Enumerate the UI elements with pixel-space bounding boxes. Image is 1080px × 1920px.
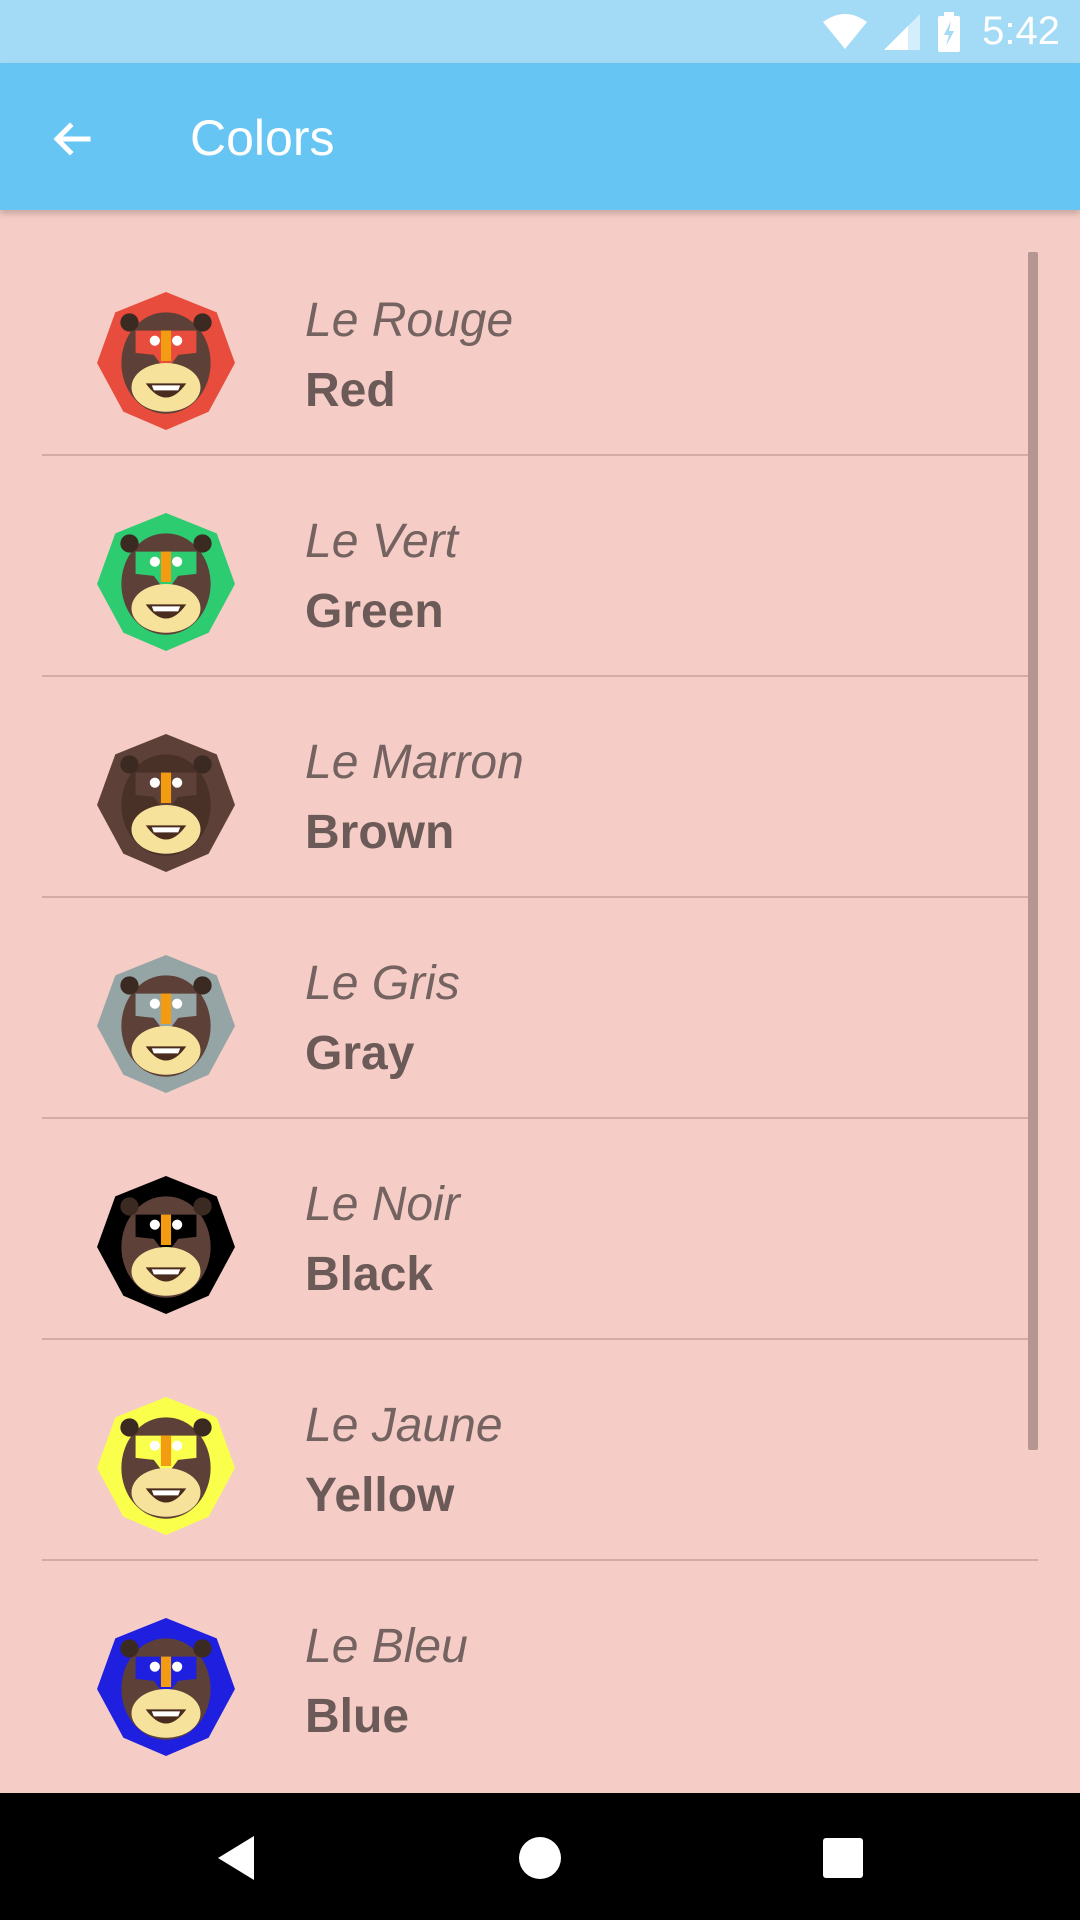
english-name: Gray [305,1027,415,1080]
navigation-bar [0,1793,1080,1920]
list-item[interactable]: Le Noir Black [0,1119,1080,1340]
back-button[interactable] [36,103,108,175]
list-item[interactable]: Le Vert Green [0,456,1080,677]
lion-avatar-icon [97,513,235,651]
list-item[interactable]: Le Rouge Red [0,235,1080,456]
french-name: Le Vert [305,515,458,568]
arrow-back-icon [53,122,91,156]
cell-signal-icon [884,13,921,50]
english-name: Blue [305,1690,410,1743]
english-name: Yellow [305,1469,455,1522]
lion-avatar-icon [97,1176,235,1314]
list-item[interactable]: Le Bleu Blue [0,1561,1080,1782]
status-bar: 5:42 [0,0,1080,63]
french-name: Le Bleu [305,1620,468,1673]
lion-avatar-icon [97,292,235,430]
english-name: Red [305,364,396,417]
lion-avatar-icon [97,734,235,872]
french-name: Le Gris [305,957,460,1010]
nav-back-icon [218,1836,254,1880]
french-name: Le Noir [305,1178,460,1231]
scrollbar[interactable] [1028,252,1038,1450]
french-name: Le Rouge [305,294,514,347]
color-list[interactable]: Le Rouge Red Le Vert Green Le Marron Bro… [0,210,1080,1793]
page-title: Colors [190,110,335,166]
english-name: Black [305,1248,434,1301]
french-name: Le Jaune [305,1399,503,1452]
nav-recents-button[interactable] [803,1818,883,1898]
list-item[interactable]: Le Marron Brown [0,677,1080,898]
status-icons: 5:42 [822,0,1060,63]
nav-home-icon [519,1837,561,1879]
english-name: Brown [305,806,455,859]
list-item[interactable]: Le Gris Gray [0,898,1080,1119]
lion-avatar-icon [97,1618,235,1756]
nav-recents-icon [823,1838,863,1878]
battery-charging-icon [938,11,961,52]
nav-back-button[interactable] [196,1818,276,1898]
status-time: 5:42 [982,9,1060,53]
wifi-icon [823,13,868,49]
english-name: Green [305,585,444,638]
lion-avatar-icon [97,1397,235,1535]
app-bar: Colors [0,63,1080,210]
nav-home-button[interactable] [500,1818,580,1898]
french-name: Le Marron [305,736,524,789]
list-item[interactable]: Le Jaune Yellow [0,1340,1080,1561]
lion-avatar-icon [97,955,235,1093]
